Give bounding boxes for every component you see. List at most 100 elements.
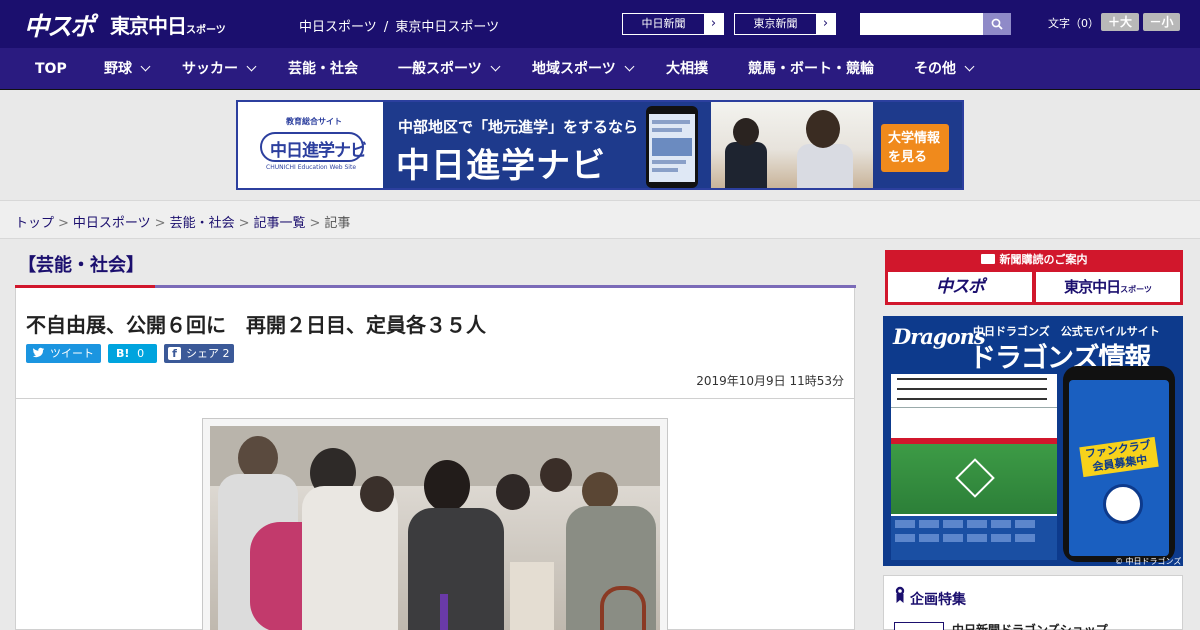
student-figure [797,144,853,188]
person-head [582,472,618,510]
lanyard [440,594,448,630]
header-accent-bar [155,285,856,288]
chunichi-shimbun-button[interactable]: 中日新聞 › [622,13,724,35]
dragons-mobile-site-ad[interactable]: Dragons 中日ドラゴンズ 公式モバイルサイト ドラゴンズ情報 ファンクラブ… [883,316,1183,566]
shingaku-navi-logo: 教育総合サイト 中日進学ナビ CHUNICHI Education Web Si… [238,102,383,188]
students-photo [711,102,873,188]
nav-item-racing[interactable]: 競馬・ボート・競輪 [748,48,874,90]
tweet-label: ツイート [50,347,94,360]
university-info-cta[interactable]: 大学情報 を見る [881,124,949,172]
hatena-bookmark-button[interactable]: B! 0 [108,344,157,363]
article-title: 不自由展、公開６回に 再開２日目、定員各３５人 [26,313,486,337]
shingaku-navi-banner-ad[interactable]: 教育総合サイト 中日進学ナビ CHUNICHI Education Web Si… [236,100,964,190]
nav-item-label: サッカー [182,61,238,77]
font-bigger-button[interactable]: ＋大 [1101,13,1139,31]
category-accent-bar [15,285,155,288]
student-head [806,110,840,148]
chevron-down-icon [490,61,501,72]
nav-item-entertainment[interactable]: 芸能・社会 [288,48,358,90]
ribbon-icon [895,586,905,603]
smartphone-image [646,106,698,188]
font-smaller-button[interactable]: －小 [1143,13,1180,31]
search-icon [991,18,1003,30]
special-features-box: 企画特集 中日新聞ドラゴンズショップ [883,575,1183,630]
chuspo-logo[interactable]: 中スポ [24,7,95,43]
live-scoreboard-screenshot [891,374,1057,560]
chevron-down-icon [624,61,635,72]
banner-logo-en: CHUNICHI Education Web Site [266,164,357,171]
stats-grid [891,516,1057,560]
dragons-shop-link[interactable]: 中日新聞ドラゴンズショップ [952,621,1108,630]
article-card: 不自由展、公開６回に 再開２日目、定員各３５人 ツイート B! 0 f シェア 2… [15,285,856,630]
person-head [540,458,572,492]
breadcrumb: トップ > 中日スポーツ > 芸能・社会 > 記事一覧 > 記事 [15,212,350,231]
site-links: 中日スポーツ / 東京中日スポーツ [299,16,499,35]
search-button[interactable] [983,13,1011,35]
subscription-header: 新聞購読のご案内 [885,250,1183,270]
subscription-title: 新聞購読のご案内 [999,253,1088,266]
search-input[interactable] [860,13,983,35]
facebook-share-button[interactable]: f シェア 2 [164,344,234,363]
banner-copy-line2: 中日進学ナビ [396,146,606,186]
nav-item-label: 競馬・ボート・競輪 [748,61,874,77]
article-photo-frame [202,418,668,630]
nav-item-label: その他 [914,61,956,77]
person-head [360,476,394,512]
breadcrumb-bar: トップ > 中日スポーツ > 芸能・社会 > 記事一覧 > 記事 [0,200,1200,239]
breadcrumb-separator: > [154,216,166,231]
cta-line1: 大学情報 [888,131,941,146]
chevron-right-icon: › [822,16,829,31]
divider [16,398,854,399]
site-link-chunichi-sports[interactable]: 中日スポーツ [299,20,377,35]
nav-item-label: 野球 [104,61,132,77]
newspaper-icon [980,254,995,264]
font-size-label: 文字（0） [1048,17,1099,30]
nav-item-general-sports[interactable]: 一般スポーツ [398,48,501,90]
chuspo-subscription-link[interactable]: 中スポ [888,272,1032,302]
special-features-title: 企画特集 [910,592,966,608]
dragons-shop-thumbnail[interactable] [894,622,944,630]
chevron-right-icon: › [710,16,717,31]
tokyo-chunichi-logo[interactable]: 東京中日スポーツ [110,10,226,39]
breadcrumb-chunichi-sports[interactable]: 中日スポーツ [73,216,151,231]
nav-item-label: TOP [35,61,67,77]
breadcrumb-article-list[interactable]: 記事一覧 [254,216,306,231]
nav-item-top[interactable]: TOP [35,48,67,90]
article-date: 2019年10月9日 11時53分 [696,374,844,388]
newspaper-subscription-box[interactable]: 新聞購読のご案内 中スポ 東京中日スポーツ [885,250,1183,305]
phone-screen [649,114,695,182]
nav-item-sumo[interactable]: 大相撲 [666,48,708,90]
article-photo[interactable] [210,426,660,630]
chunichi-shimbun-label: 中日新聞 [623,14,704,34]
nav-item-label: 大相撲 [666,61,708,77]
breadcrumb-top[interactable]: トップ [15,216,54,231]
scoreboard-table [891,374,1057,408]
chevron-down-icon [140,61,151,72]
paper-bag [510,562,554,630]
breadcrumb-separator: > [238,216,250,231]
nav-item-baseball[interactable]: 野球 [104,48,151,90]
nav-item-label: 地域スポーツ [532,61,616,77]
tokyo-logo-small: スポーツ [186,25,226,36]
article-category: 【芸能・社会】 [18,255,144,276]
dragons-copyright: © 中日ドラゴンズ [1115,557,1182,566]
chevron-down-icon [964,61,975,72]
tweet-button[interactable]: ツイート [26,344,101,363]
site-link-separator: / [383,20,389,35]
site-link-tokyo-chunichi-sports[interactable]: 東京中日スポーツ [395,20,499,35]
cta-line2: を見る [888,150,928,165]
breadcrumb-entertainment[interactable]: 芸能・社会 [170,216,235,231]
nav-item-local-sports[interactable]: 地域スポーツ [532,48,635,90]
handbag [600,586,646,630]
nav-item-soccer[interactable]: サッカー [182,48,257,90]
banner-logo-sub: 教育総合サイト [286,117,342,126]
nav-item-other[interactable]: その他 [914,48,975,90]
fb-share-count: 2 [222,347,230,360]
tokyo-subscription-small: スポーツ [1120,285,1152,294]
tokyo-chunichi-subscription-link[interactable]: 東京中日スポーツ [1036,272,1180,302]
twitter-bird-icon [32,347,45,358]
person-body [408,508,504,630]
student-head [733,118,759,146]
tokyo-shimbun-button[interactable]: 東京新聞 › [734,13,836,35]
nav-item-label: 一般スポーツ [398,61,482,77]
